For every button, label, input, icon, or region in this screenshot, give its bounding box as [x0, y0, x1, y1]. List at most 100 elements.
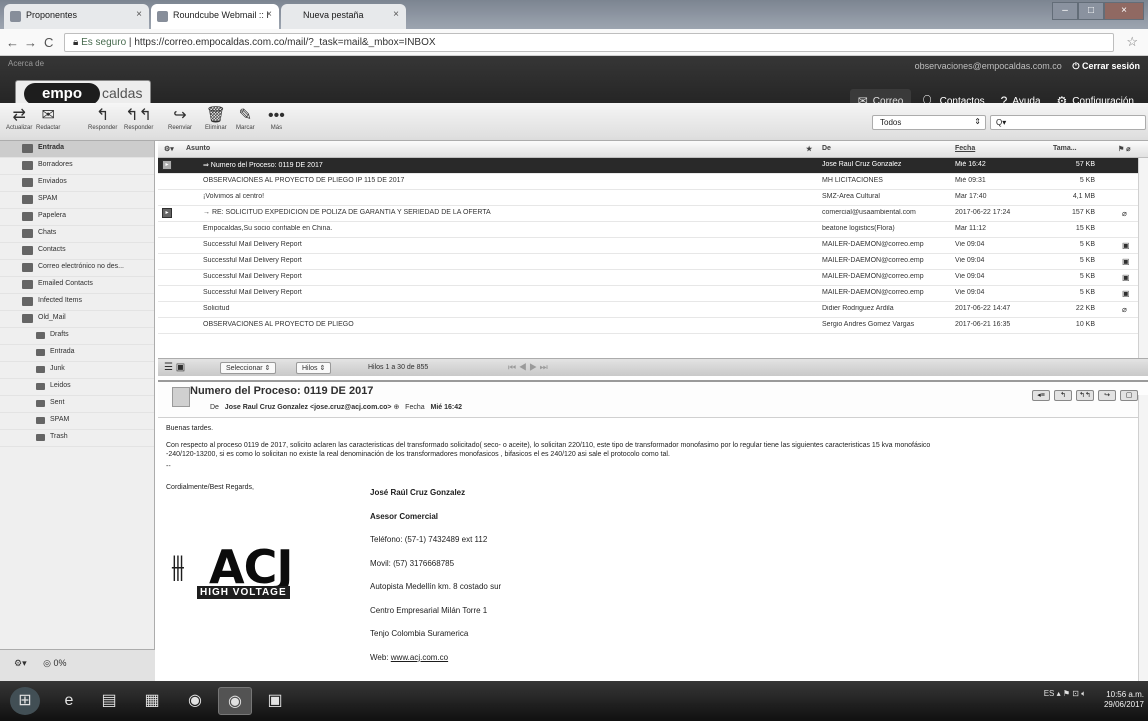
select-dropdown[interactable]: Seleccionar ⇕	[220, 362, 277, 374]
clock[interactable]: 10:56 a.m. 29/06/2017	[1104, 690, 1144, 710]
folder-old-entrada[interactable]: Entrada	[0, 345, 154, 362]
close-tab-icon[interactable]: ×	[393, 9, 399, 20]
start-button[interactable]: ⊞	[10, 687, 40, 715]
folder-chats[interactable]: Chats	[0, 226, 154, 243]
tray-arrow-icon[interactable]: ▴	[1057, 689, 1061, 698]
tab-proponentes[interactable]: Proponentes ×	[4, 4, 149, 29]
reply-all-icon[interactable]: ↰↰	[1076, 390, 1094, 401]
table-row[interactable]: ¡Volvimos al centro! SMZ-Area Cultural Mar…	[158, 190, 1148, 206]
list-options-icon[interactable]: ⚙▾	[164, 145, 174, 153]
refresh-button[interactable]: ⇄ Actualizar	[6, 107, 32, 131]
back-icon[interactable]: ←	[6, 35, 19, 50]
logout-link[interactable]: Cerrar sesión	[1082, 61, 1140, 71]
close-tab-icon[interactable]: ×	[136, 9, 142, 20]
tab-roundcube[interactable]: Roundcube Webmail :: I ×	[151, 4, 279, 29]
chrome-icon[interactable]: ◉	[178, 687, 212, 715]
preview-header: Numero del Proceso: 0119 DE 2017 De Jose…	[158, 382, 1148, 418]
folder-old-mail[interactable]: Old_Mail	[0, 311, 154, 328]
language-indicator[interactable]: ES	[1044, 689, 1055, 698]
url-input[interactable]: 🔒︎ Es seguro | https://correo.empocaldas…	[64, 33, 1114, 52]
forward-icon[interactable]: ↪	[1098, 390, 1116, 401]
column-size[interactable]: Tama...	[1053, 145, 1077, 152]
folder-infected-items[interactable]: Infected Items	[0, 294, 154, 311]
table-row[interactable]: OBSERVACIONES AL PROYECTO DE PLIEGO Sergi…	[158, 318, 1148, 334]
forward-icon[interactable]: →	[24, 35, 37, 50]
table-row[interactable]: OBSERVACIONES AL PROYECTO DE PLIEGO IP 1…	[158, 174, 1148, 190]
folder-icon	[22, 246, 33, 255]
threads-dropdown[interactable]: Hilos ⇕	[296, 362, 332, 374]
add-contact-icon[interactable]: ⊕	[393, 404, 401, 411]
close-window-button[interactable]: ×	[1104, 2, 1144, 20]
folder-icon	[36, 349, 45, 356]
sender-address[interactable]: Jose Raul Cruz Gonzalez <jose.cruz@acj.c…	[225, 404, 392, 411]
table-row[interactable]: ▸ → RE: SOLICITUD EXPEDICIÓN DE POLIZA DE…	[158, 206, 1148, 222]
close-tab-icon[interactable]: ×	[266, 9, 272, 20]
folder-settings-gear-icon[interactable]: ⚙▾	[14, 658, 27, 668]
table-row[interactable]: Successful Mail Delivery Report MAILER-DA…	[158, 286, 1148, 302]
explorer-icon[interactable]: ▤	[92, 687, 126, 715]
delete-button[interactable]: 🗑︎ Eliminar	[205, 107, 227, 131]
column-date[interactable]: Fecha	[955, 145, 975, 152]
search-input[interactable]: Q▾	[990, 115, 1146, 130]
headers-toggle-icon[interactable]: ◂≡	[1032, 390, 1050, 401]
table-row[interactable]: Successful Mail Delivery Report MAILER-DA…	[158, 254, 1148, 270]
table-row[interactable]: ▸ ⇒ Numero del Proceso: 0119 DE 2017 Jose …	[158, 158, 1148, 174]
more-button[interactable]: ••• Más	[268, 107, 285, 131]
list-view-icon[interactable]: ☰ ▣	[164, 362, 185, 373]
folder-sent[interactable]: Sent	[0, 396, 154, 413]
folder-papelera[interactable]: Papelera	[0, 209, 154, 226]
folder-entrada[interactable]: Entrada	[0, 141, 154, 158]
thread-toggle-icon[interactable]: ▸	[162, 208, 172, 218]
folder-borradores[interactable]: Borradores	[0, 158, 154, 175]
folder-spam[interactable]: SPAM	[0, 192, 154, 209]
maximize-button[interactable]: □	[1078, 2, 1104, 20]
compose-button[interactable]: ✉ Redactar	[36, 107, 60, 131]
pagination-icon[interactable]: ⏮ ◀ ▶ ⏭	[508, 362, 548, 373]
folder-emailed-contacts[interactable]: Emailed Contacts	[0, 277, 154, 294]
tab-nueva[interactable]: Nueva pestaña ×	[281, 4, 406, 29]
column-subject[interactable]: Asunto	[186, 145, 210, 152]
table-row[interactable]: Solicitud Didier Rodriguez Ardila 2017-06-…	[158, 302, 1148, 318]
app-icon[interactable]: ▣	[258, 687, 292, 715]
folder-junk[interactable]: Junk	[0, 362, 154, 379]
filter-select[interactable]: Todos ⇕	[872, 115, 986, 130]
open-window-icon[interactable]: ▢	[1120, 390, 1138, 401]
folder-old-spam[interactable]: SPAM	[0, 413, 154, 430]
table-row[interactable]: Empocaldas,Su socio confiable en China. b…	[158, 222, 1148, 238]
folder-enviados[interactable]: Enviados	[0, 175, 154, 192]
folder-drafts[interactable]: Drafts	[0, 328, 154, 345]
table-row[interactable]: Successful Mail Delivery Report MAILER-DA…	[158, 270, 1148, 286]
row-attachment-icon: ⌀	[1122, 305, 1127, 314]
forward-icon: ↪	[173, 107, 187, 124]
folder-trash[interactable]: Trash	[0, 430, 154, 447]
reload-icon[interactable]: C	[44, 35, 53, 50]
folder-icon[interactable]: ▦	[135, 687, 169, 715]
preview-scrollbar[interactable]	[1138, 395, 1148, 681]
reply-button[interactable]: ↰ Responder	[88, 107, 117, 131]
reply-icon[interactable]: ↰	[1054, 390, 1072, 401]
about-link[interactable]: Acerca de	[8, 59, 44, 68]
trash-icon: 🗑︎	[205, 107, 226, 124]
volume-icon[interactable]: 🔈︎	[1081, 689, 1086, 698]
chrome-active-icon[interactable]: ◉	[218, 687, 252, 715]
list-scrollbar[interactable]	[1138, 158, 1148, 358]
forward-button[interactable]: ↪ Reenviar	[168, 107, 192, 131]
ie-icon[interactable]: e	[52, 687, 86, 715]
flag-icon[interactable]: ⚑	[1063, 689, 1070, 698]
quota-icon: ◎	[43, 658, 51, 668]
folder-correo-no-deseado[interactable]: Correo electrónico no des...	[0, 260, 154, 277]
row-date: Mar 17:40	[955, 193, 987, 200]
reply-all-button[interactable]: ↰↰ Responder	[124, 107, 153, 131]
web-link[interactable]: www.acj.com.co	[391, 653, 448, 662]
mark-button[interactable]: ✎ Marcar	[236, 107, 255, 131]
thread-toggle-icon[interactable]: ▸	[162, 160, 172, 170]
row-date: Vie 09:04	[955, 257, 985, 264]
network-icon[interactable]: ⊡	[1072, 689, 1079, 698]
table-row[interactable]: Successful Mail Delivery Report MAILER-DA…	[158, 238, 1148, 254]
folder-contacts[interactable]: Contacts	[0, 243, 154, 260]
folder-leidos[interactable]: Leidos	[0, 379, 154, 396]
folder-icon	[22, 314, 33, 323]
minimize-button[interactable]: –	[1052, 2, 1078, 20]
column-from[interactable]: De	[822, 145, 831, 152]
bookmark-star-icon[interactable]: ☆	[1126, 34, 1138, 50]
